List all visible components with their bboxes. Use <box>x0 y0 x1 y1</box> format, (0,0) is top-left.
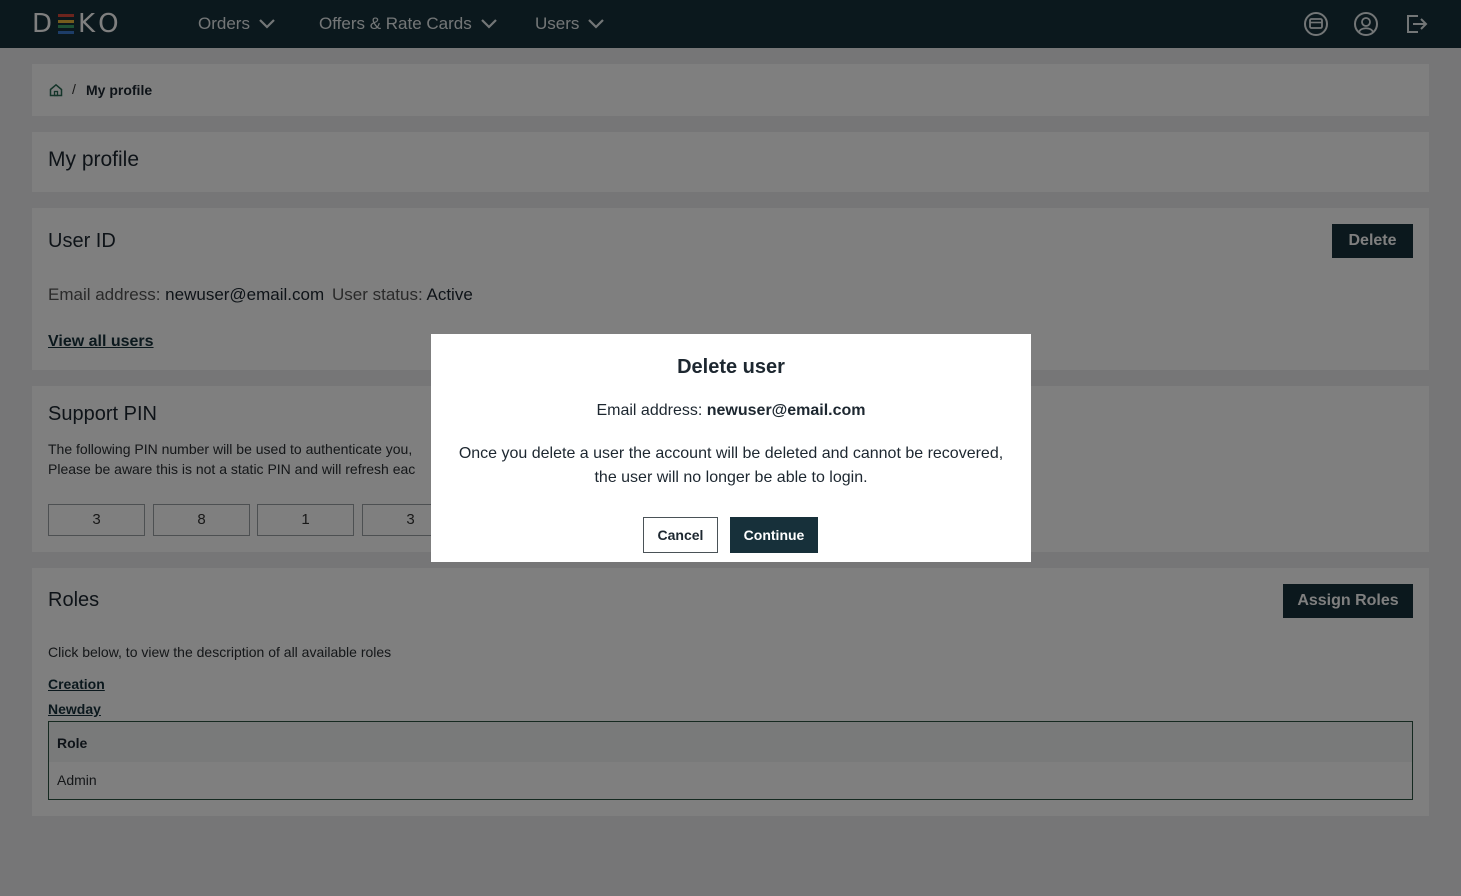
delete-user-dialog: Delete user Email address: newuser@email… <box>431 334 1031 562</box>
cancel-button[interactable]: Cancel <box>643 517 718 553</box>
continue-button[interactable]: Continue <box>730 517 818 553</box>
dialog-message-line-2: the user will no longer be able to login… <box>594 469 868 486</box>
dialog-title: Delete user <box>677 356 785 378</box>
dialog-email-label: Email address: <box>596 402 703 419</box>
dialog-email-value: newuser@email.com <box>706 402 866 419</box>
dialog-message-line-1: Once you delete a user the account will … <box>458 445 1004 462</box>
dialog-message: Once you delete a user the account will … <box>455 442 1007 490</box>
dialog-email: Email address: newuser@email.com <box>431 402 1031 420</box>
